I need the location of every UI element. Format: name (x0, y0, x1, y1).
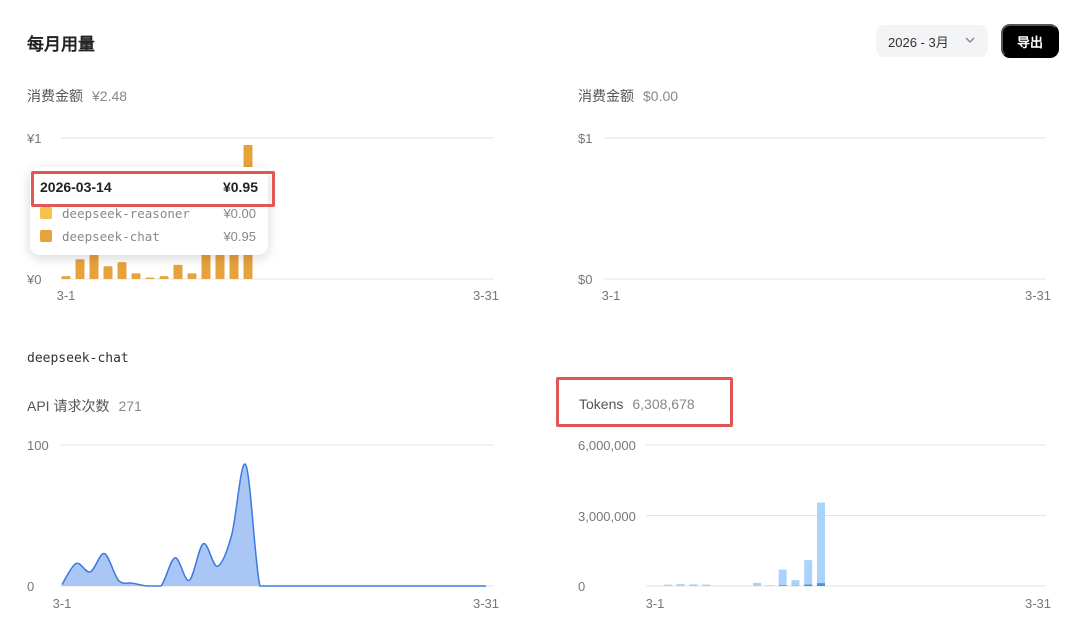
tokens-chart[interactable]: 6,000,000 3,000,000 0 3-1 3-31 (0, 0, 1080, 626)
tooltip-model-value: ¥0.95 (223, 228, 256, 244)
tokens-bar-cache (778, 585, 787, 586)
tooltip-model-name: deepseek-chat (62, 228, 160, 244)
tooltip-row: deepseek-chat ¥0.95 (40, 226, 256, 246)
tooltip-highlight-box (31, 171, 275, 207)
legend-swatch (40, 230, 52, 242)
tokens-bar (702, 584, 711, 586)
tokens-bar (663, 584, 672, 586)
tokens-bar (804, 560, 813, 586)
tokens-bar (765, 585, 774, 586)
tooltip-model-name: deepseek-reasoner (62, 205, 190, 221)
tokens-highlight-box (556, 377, 733, 427)
y-tick-label: 6,000,000 (578, 438, 636, 453)
legend-swatch (40, 207, 52, 219)
tokens-bar (816, 502, 825, 586)
y-tick-label: 0 (578, 579, 585, 594)
tooltip-model-value: ¥0.00 (223, 205, 256, 221)
tokens-bar (676, 584, 685, 586)
tokens-bar (753, 582, 762, 586)
x-tick-label: 3-31 (1025, 596, 1051, 611)
tokens-bar-cache (804, 584, 813, 586)
x-tick-label: 3-1 (646, 596, 665, 611)
tokens-bar (778, 569, 787, 586)
tokens-bar (791, 580, 800, 586)
tokens-bar (689, 584, 698, 586)
y-tick-label: 3,000,000 (578, 509, 636, 524)
tokens-bar-cache (816, 583, 825, 586)
